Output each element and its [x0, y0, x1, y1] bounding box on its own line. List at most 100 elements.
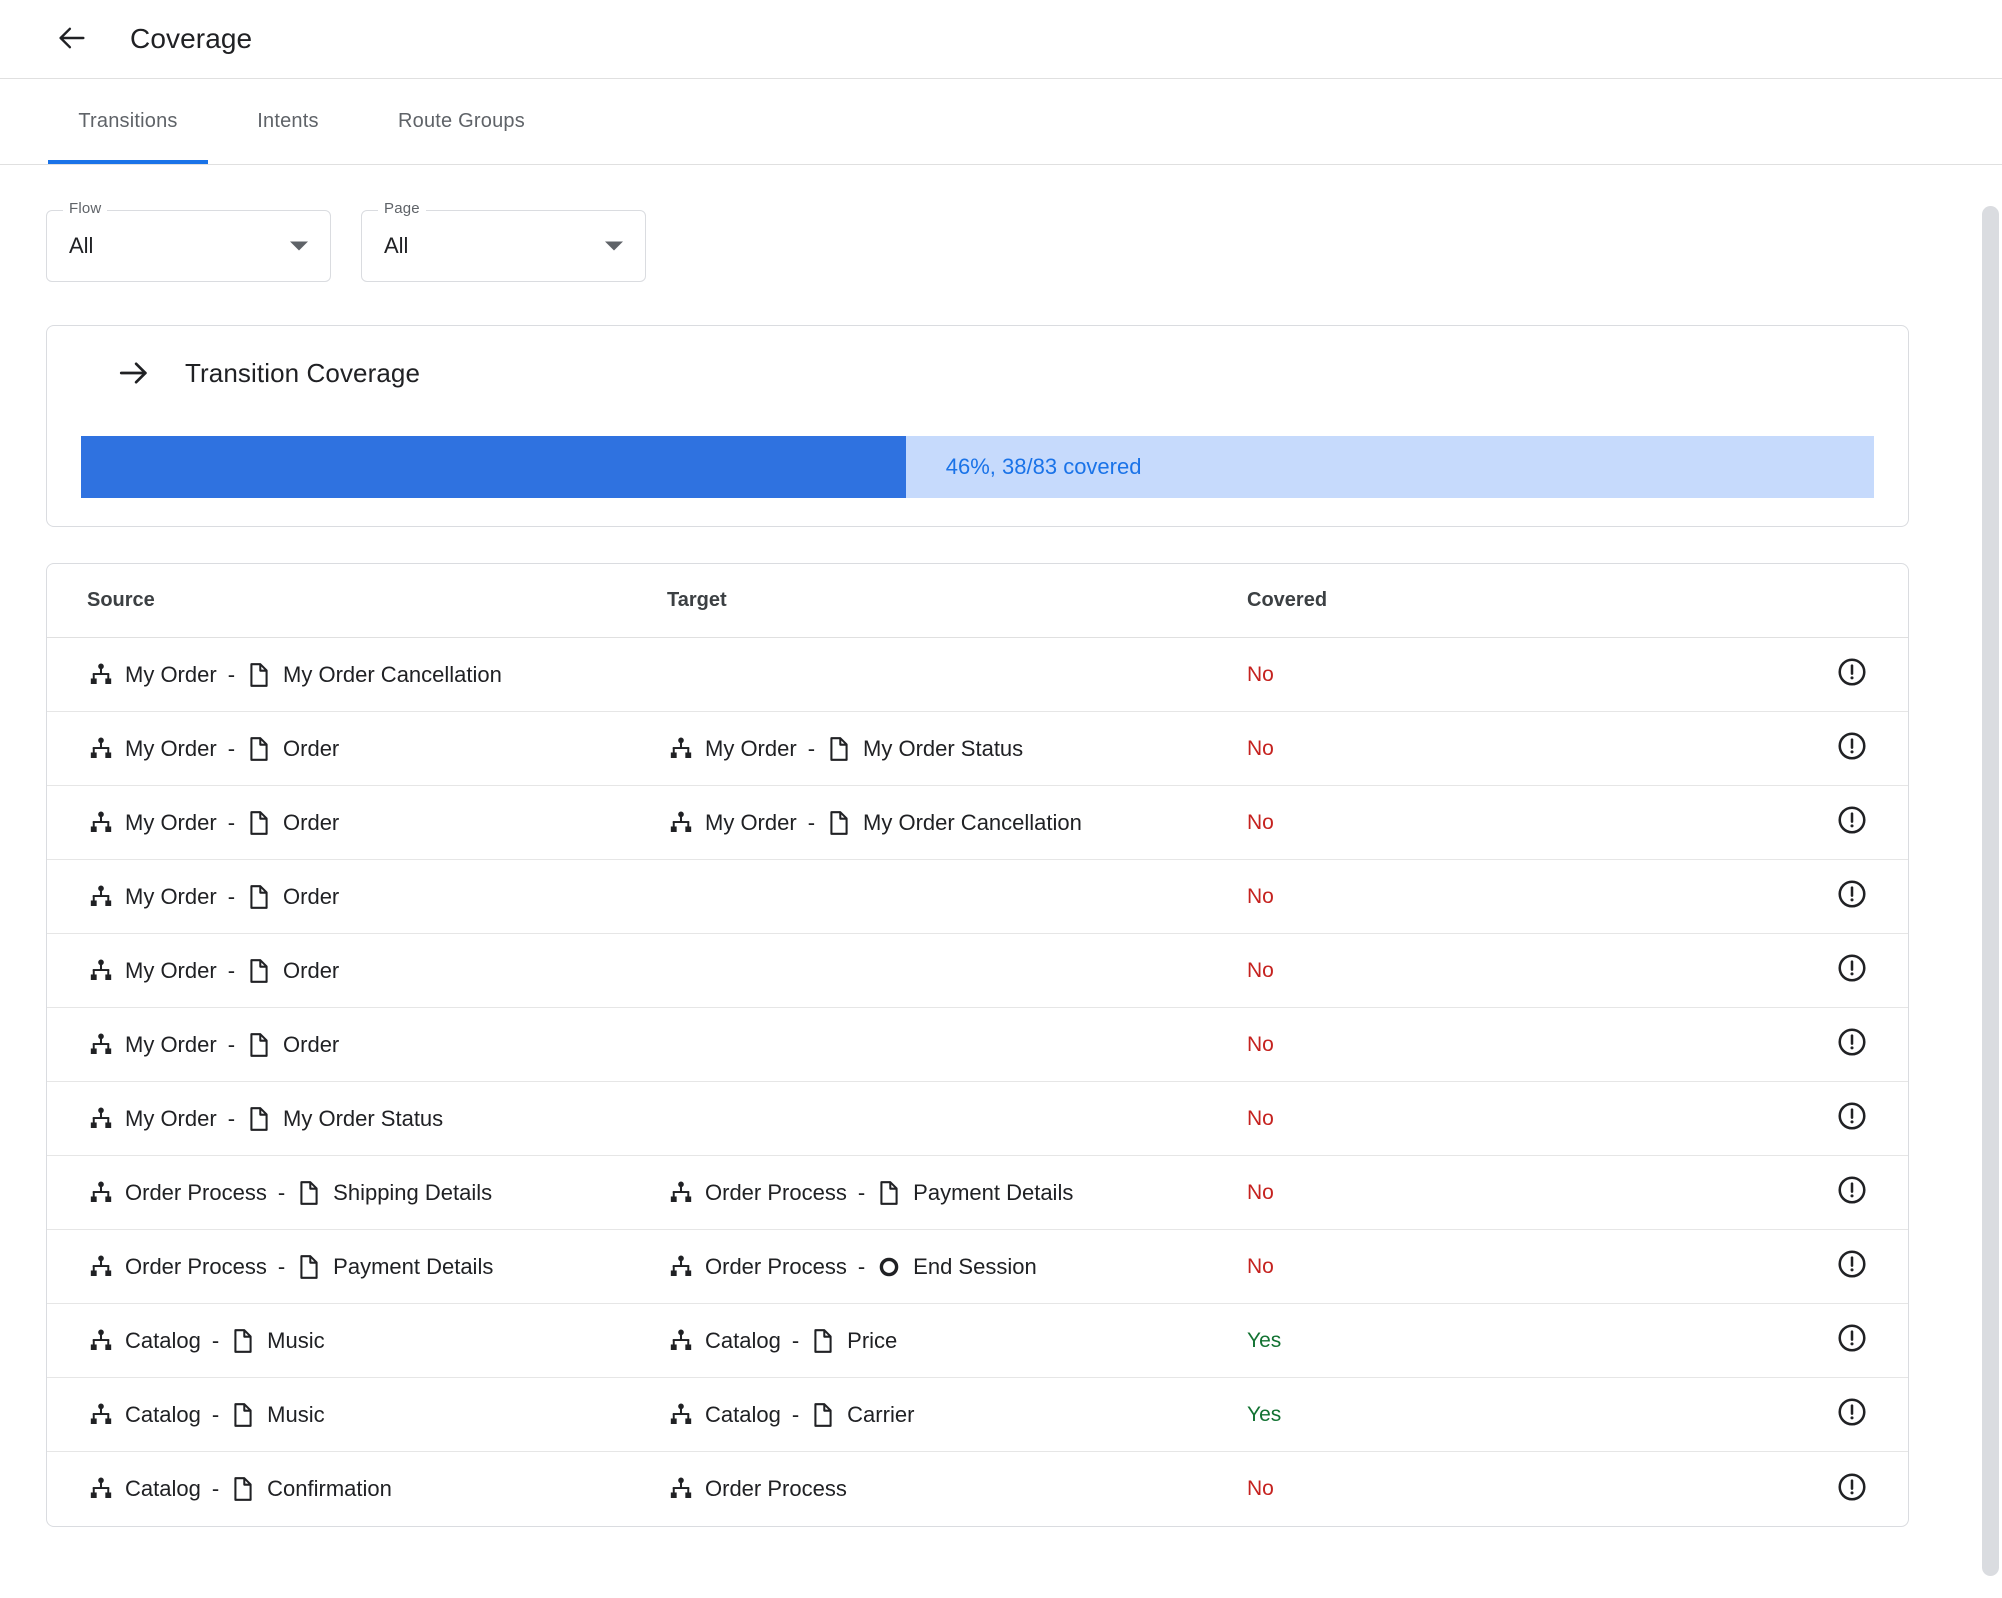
- row-target-cell: Order Process: [667, 1475, 1247, 1503]
- vertical-scrollbar[interactable]: [1978, 166, 2002, 1598]
- row-source-cell: My Order - Order: [87, 735, 667, 763]
- table-row[interactable]: Catalog - Music Catalog - Carrier Yes: [47, 1378, 1908, 1452]
- table-row[interactable]: Catalog - Confirmation Order Process No: [47, 1452, 1908, 1526]
- row-action-cell: [1487, 804, 1868, 841]
- table-row[interactable]: Order Process - Shipping Details Order Proc…: [47, 1156, 1908, 1230]
- table-row[interactable]: Catalog - Music Catalog - Price Yes: [47, 1304, 1908, 1378]
- error-outline-icon[interactable]: [1836, 1322, 1868, 1354]
- flow-icon: [87, 1475, 115, 1503]
- transition-coverage-card: Transition Coverage 46%, 38/83 covered: [46, 325, 1909, 527]
- table-row[interactable]: My Order - Order My Order - My Order Cancella…: [47, 786, 1908, 860]
- error-outline-icon[interactable]: [1836, 878, 1868, 910]
- row-covered-status: No: [1247, 959, 1487, 983]
- back-button[interactable]: [48, 15, 96, 63]
- row-covered-status: No: [1247, 663, 1487, 687]
- tab-intents-label: Intents: [257, 110, 319, 132]
- row-covered-status: No: [1247, 1477, 1487, 1501]
- node-flow-label: My Order: [125, 957, 217, 983]
- error-outline-icon[interactable]: [1836, 804, 1868, 836]
- node-separator: -: [807, 735, 816, 761]
- error-outline-icon[interactable]: [1836, 1248, 1868, 1280]
- row-source-cell: My Order - My Order Cancellation: [87, 661, 667, 689]
- flow-icon: [87, 1105, 115, 1133]
- table-row[interactable]: My Order - My Order Status No: [47, 1082, 1908, 1156]
- node-flow-label: My Order: [125, 809, 217, 835]
- scrollbar-thumb[interactable]: [1982, 206, 1999, 1576]
- status-badge: Yes: [1247, 1402, 1282, 1426]
- status-badge: No: [1247, 1180, 1274, 1204]
- page-icon: [296, 1253, 322, 1281]
- table-row[interactable]: My Order - Order My Order - My Order Status No: [47, 712, 1908, 786]
- flow-select[interactable]: Flow All: [46, 200, 331, 282]
- page-select[interactable]: Page All: [361, 200, 646, 282]
- table-row[interactable]: My Order - Order No: [47, 1008, 1908, 1082]
- status-badge: No: [1247, 1106, 1274, 1130]
- table-row[interactable]: My Order - Order No: [47, 934, 1908, 1008]
- row-source-cell: Order Process - Payment Details: [87, 1253, 667, 1281]
- error-outline-icon[interactable]: [1836, 730, 1868, 762]
- page-icon: [876, 1179, 902, 1207]
- error-outline-icon[interactable]: [1836, 952, 1868, 984]
- table-row[interactable]: My Order - My Order Cancellation No: [47, 638, 1908, 712]
- node-separator: -: [277, 1253, 286, 1279]
- node-page-label: Shipping Details: [333, 1179, 493, 1205]
- error-outline-icon[interactable]: [1836, 1471, 1868, 1503]
- status-badge: No: [1247, 1477, 1274, 1500]
- page-icon: [246, 661, 272, 689]
- transition-coverage-header: Transition Coverage: [65, 356, 1890, 390]
- node-flow-label: Order Process: [125, 1179, 267, 1205]
- tab-route-groups-label: Route Groups: [398, 110, 525, 132]
- row-source-cell: Catalog - Confirmation: [87, 1475, 667, 1503]
- tab-transitions[interactable]: Transitions: [48, 79, 208, 164]
- row-action-cell: [1487, 656, 1868, 693]
- row-covered-status: No: [1247, 1255, 1487, 1279]
- error-outline-icon[interactable]: [1836, 1174, 1868, 1206]
- node-separator: -: [857, 1179, 866, 1205]
- status-badge: No: [1247, 736, 1274, 760]
- page-icon: [230, 1327, 256, 1355]
- error-outline-icon[interactable]: [1836, 1396, 1868, 1428]
- row-target-cell: Order Process - Payment Details: [667, 1179, 1247, 1207]
- tab-bar: Transitions Intents Route Groups: [0, 79, 2002, 165]
- row-target-cell: My Order - My Order Cancellation: [667, 809, 1247, 837]
- row-covered-status: No: [1247, 1033, 1487, 1057]
- node-flow-label: My Order: [125, 883, 217, 909]
- content-area: Flow All Page All Transition Coverage 46…: [0, 166, 1955, 1598]
- flow-select-label: Flow: [63, 200, 108, 217]
- node-separator: -: [807, 809, 816, 835]
- page-icon: [246, 957, 272, 985]
- node-page-label: Payment Details: [913, 1179, 1074, 1205]
- node-flow-label: Catalog: [125, 1401, 201, 1427]
- row-action-cell: [1487, 1471, 1868, 1508]
- node-separator: -: [211, 1327, 220, 1353]
- node-separator: -: [227, 1105, 236, 1131]
- error-outline-icon[interactable]: [1836, 1026, 1868, 1058]
- node-page-label: Confirmation: [267, 1476, 392, 1501]
- node-page-label: End Session: [913, 1253, 1037, 1279]
- chevron-down-icon: [290, 241, 308, 251]
- flow-icon: [87, 735, 115, 763]
- table-row[interactable]: My Order - Order No: [47, 860, 1908, 934]
- error-outline-icon[interactable]: [1836, 1100, 1868, 1132]
- node-flow-label: My Order: [705, 735, 797, 761]
- node-separator: -: [277, 1179, 286, 1205]
- transitions-table: Source Target Covered My Order - My Order …: [46, 563, 1909, 1527]
- node-page-label: Order: [283, 957, 340, 983]
- page-icon: [246, 809, 272, 837]
- column-header-covered: Covered: [1247, 589, 1328, 611]
- table-row[interactable]: Order Process - Payment Details Order Proce…: [47, 1230, 1908, 1304]
- page-icon: [230, 1401, 256, 1429]
- row-action-cell: [1487, 1100, 1868, 1137]
- error-outline-icon[interactable]: [1836, 656, 1868, 688]
- node-separator: -: [227, 661, 236, 687]
- page-icon: [230, 1475, 256, 1503]
- tab-intents[interactable]: Intents: [208, 79, 368, 164]
- tab-route-groups[interactable]: Route Groups: [368, 79, 555, 164]
- page-icon: [810, 1327, 836, 1355]
- node-page-label: My Order Cancellation: [863, 809, 1082, 835]
- row-source-cell: My Order - Order: [87, 957, 667, 985]
- row-action-cell: [1487, 1026, 1868, 1063]
- node-page-label: My Order Status: [283, 1105, 444, 1131]
- coverage-progress-label: 46%, 38/83 covered: [945, 454, 1142, 479]
- row-action-cell: [1487, 878, 1868, 915]
